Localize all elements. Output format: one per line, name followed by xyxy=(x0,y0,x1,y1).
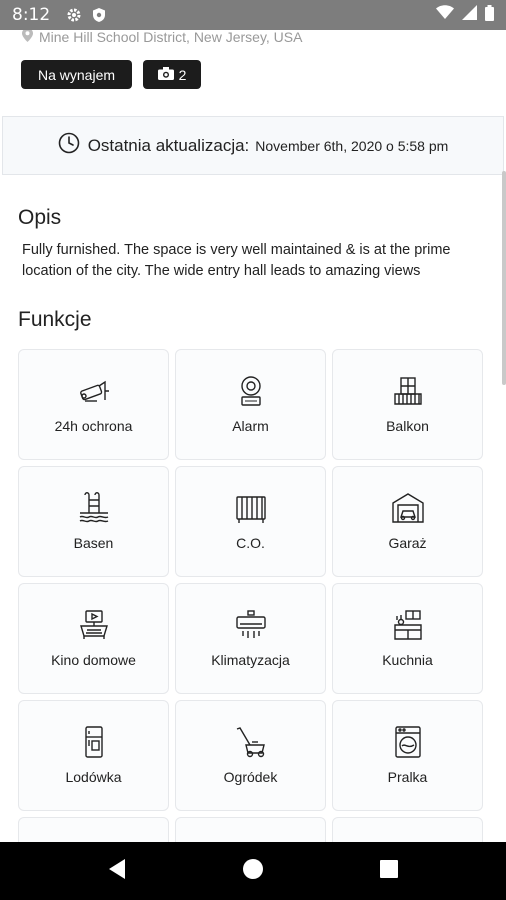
lawn-mower-icon xyxy=(176,725,325,759)
navigation-bar xyxy=(0,842,506,900)
feature-card[interactable]: Basen xyxy=(18,466,169,577)
signal-icon xyxy=(462,5,477,25)
feature-label: Alarm xyxy=(232,418,269,434)
feature-card[interactable]: Pralka xyxy=(332,700,483,811)
home-cinema-icon xyxy=(19,608,168,642)
balcony-icon xyxy=(333,374,482,408)
camera-icon xyxy=(157,66,174,83)
feature-label: 24h ochrona xyxy=(54,418,133,434)
security-camera-icon xyxy=(19,374,168,408)
settings-icon xyxy=(66,7,82,23)
last-update: Ostatnia aktualizacja: November 6th, 202… xyxy=(2,116,504,175)
pool-icon xyxy=(19,491,168,525)
back-button[interactable] xyxy=(107,858,127,885)
status-bar: 8:12 xyxy=(0,0,506,30)
property-details: Mine Hill School District, New Jersey, U… xyxy=(0,30,506,842)
radiator-icon xyxy=(176,491,325,525)
status-time: 8:12 xyxy=(12,5,51,25)
feature-card[interactable]: Balkon xyxy=(332,349,483,460)
feature-card[interactable]: Kino domowe xyxy=(18,583,169,694)
features-title: Funkcje xyxy=(18,308,92,331)
badges: Na wynajem 2 xyxy=(21,60,201,89)
feature-card[interactable]: Kuchnia xyxy=(332,583,483,694)
feature-card[interactable]: C.O. xyxy=(175,466,326,577)
photo-count: 2 xyxy=(178,66,187,83)
address: Mine Hill School District, New Jersey, U… xyxy=(22,30,302,45)
washing-machine-icon xyxy=(333,725,482,759)
feature-card[interactable] xyxy=(332,817,483,842)
feature-label: C.O. xyxy=(236,535,265,551)
shield-icon xyxy=(92,7,106,23)
feature-label: Kino domowe xyxy=(51,652,136,668)
clock-icon xyxy=(58,132,80,159)
wifi-icon xyxy=(436,5,454,25)
recents-button[interactable] xyxy=(379,859,399,884)
location-pin-icon xyxy=(22,30,33,45)
update-value: November 6th, 2020 o 5:58 pm xyxy=(255,137,449,154)
status-badge: Na wynajem xyxy=(21,60,132,89)
feature-label: Kuchnia xyxy=(382,652,433,668)
fridge-icon xyxy=(19,725,168,759)
feature-label: Balkon xyxy=(386,418,429,434)
feature-card[interactable]: Lodówka xyxy=(18,700,169,811)
kitchen-icon xyxy=(333,608,482,642)
scrollbar[interactable] xyxy=(502,171,506,385)
feature-label: Klimatyzacja xyxy=(211,652,290,668)
feature-card[interactable]: Ogródek xyxy=(175,700,326,811)
feature-label: Basen xyxy=(73,535,114,551)
air-conditioner-icon xyxy=(176,608,325,642)
feature-label: Ogródek xyxy=(223,769,278,785)
description-title: Opis xyxy=(18,206,62,229)
update-label: Ostatnia aktualizacja: xyxy=(87,135,250,155)
photos-button[interactable]: 2 xyxy=(143,60,201,89)
feature-label: Lodówka xyxy=(65,769,122,785)
home-button[interactable] xyxy=(242,858,264,885)
feature-card[interactable]: Garaż xyxy=(332,466,483,577)
feature-card[interactable] xyxy=(18,817,169,842)
fire-alarm-icon xyxy=(176,374,325,408)
address-text: Mine Hill School District, New Jersey, U… xyxy=(39,30,303,45)
description-text: Fully furnished. The space is very well … xyxy=(22,242,451,279)
feature-label: Garaż xyxy=(388,535,427,551)
feature-label: Pralka xyxy=(387,769,428,785)
garage-icon xyxy=(333,491,482,525)
feature-card[interactable]: Alarm xyxy=(175,349,326,460)
feature-card[interactable] xyxy=(175,817,326,842)
battery-icon xyxy=(485,4,494,26)
feature-card[interactable]: Klimatyzacja xyxy=(175,583,326,694)
feature-card[interactable]: 24h ochrona xyxy=(18,349,169,460)
